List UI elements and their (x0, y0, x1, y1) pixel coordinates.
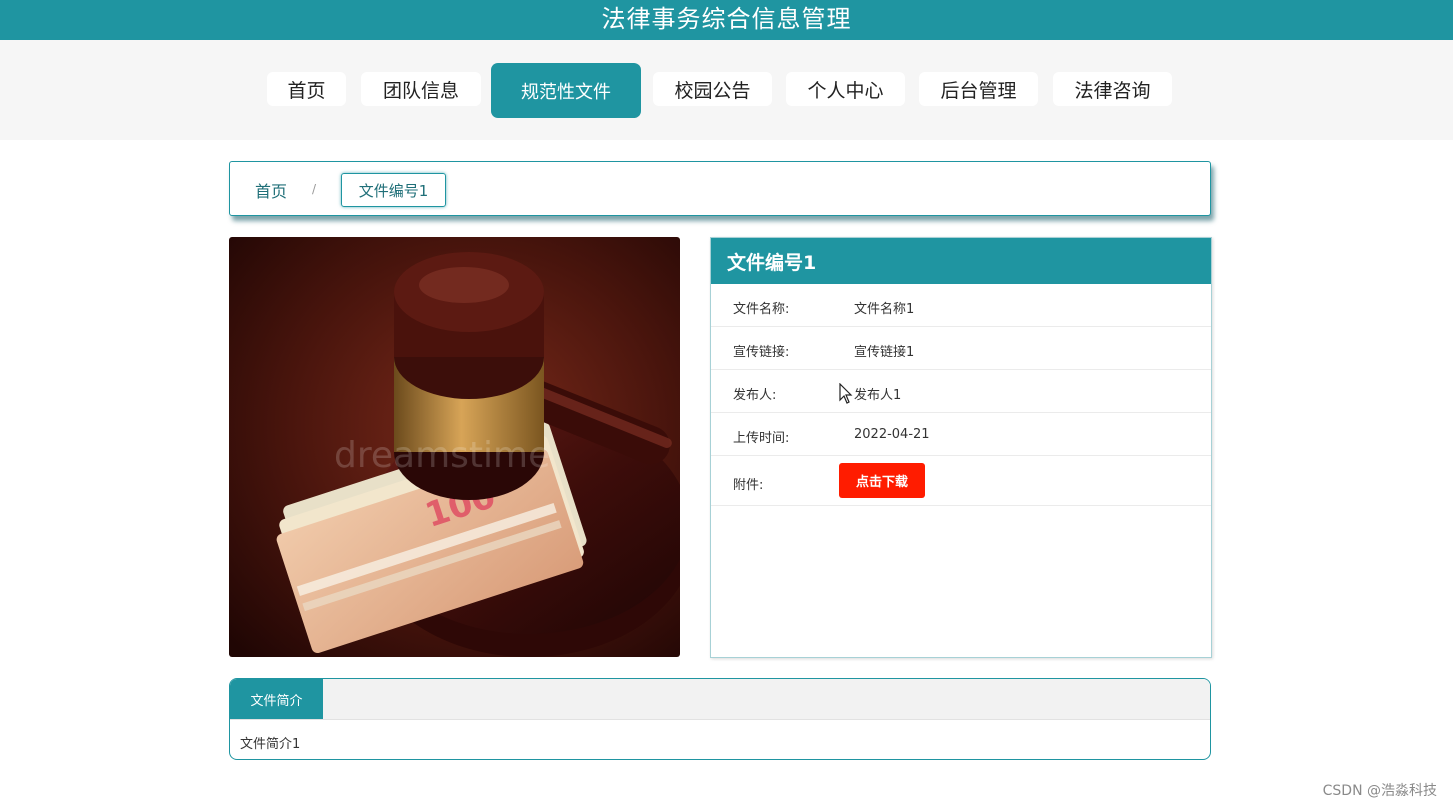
nav-item-personal-center[interactable]: 个人中心 (786, 72, 905, 106)
detail-row-publisher: 发布人: 发布人1 (711, 370, 1211, 413)
detail-row-upload-time: 上传时间: 2022-04-21 (711, 413, 1211, 456)
detail-value: 发布人1 (854, 388, 902, 403)
main-nav: 首页 团队信息 规范性文件 校园公告 个人中心 后台管理 法律咨询 (0, 40, 1453, 140)
tab-file-summary[interactable]: 文件简介 (230, 679, 323, 719)
breadcrumb: 首页 / 文件编号1 (229, 161, 1211, 216)
detail-value: 宣传链接1 (854, 345, 915, 360)
nav-item-normative-docs[interactable]: 规范性文件 (491, 63, 641, 118)
csdn-watermark: CSDN @浩淼科技 (1322, 783, 1437, 799)
breadcrumb-current: 文件编号1 (341, 173, 446, 207)
description-tabs: 文件简介 文件简介1 (229, 678, 1211, 760)
detail-label: 上传时间: (733, 431, 790, 446)
download-button[interactable]: 点击下载 (839, 463, 925, 498)
details-title: 文件编号1 (711, 238, 1211, 284)
detail-row-promo-link: 宣传链接: 宣传链接1 (711, 327, 1211, 370)
nav-item-campus-notices[interactable]: 校园公告 (653, 72, 772, 106)
detail-value: 文件名称1 (854, 302, 915, 317)
gavel-image: 100 dreamstime (229, 237, 680, 657)
breadcrumb-home-link[interactable]: 首页 (255, 178, 287, 202)
nav-item-team-info[interactable]: 团队信息 (361, 72, 481, 106)
site-title: 法律事务综合信息管理 (601, 4, 852, 33)
detail-label: 发布人: (733, 388, 777, 403)
header-bar: 法律事务综合信息管理 (0, 0, 1453, 40)
detail-value: 2022-04-21 (854, 427, 930, 442)
detail-label: 文件名称: (733, 302, 790, 317)
document-image: 100 dreamstime (229, 237, 680, 657)
tab-bar: 文件简介 (230, 679, 1210, 720)
detail-label: 宣传链接: (733, 345, 790, 360)
document-details-panel: 文件编号1 文件名称: 文件名称1 宣传链接: 宣传链接1 发布人: 发布人1 … (710, 237, 1212, 658)
detail-row-filename: 文件名称: 文件名称1 (711, 284, 1211, 327)
detail-label: 附件: (733, 478, 764, 493)
nav-item-admin[interactable]: 后台管理 (919, 72, 1038, 106)
tab-content: 文件简介1 (240, 737, 301, 752)
detail-row-attachment: 附件: 点击下载 (711, 456, 1211, 506)
mouse-cursor-icon (839, 383, 853, 404)
nav-item-legal-consult[interactable]: 法律咨询 (1053, 72, 1172, 106)
breadcrumb-separator: / (312, 182, 317, 196)
stock-watermark: dreamstime (334, 435, 550, 476)
nav-item-home[interactable]: 首页 (267, 72, 346, 106)
